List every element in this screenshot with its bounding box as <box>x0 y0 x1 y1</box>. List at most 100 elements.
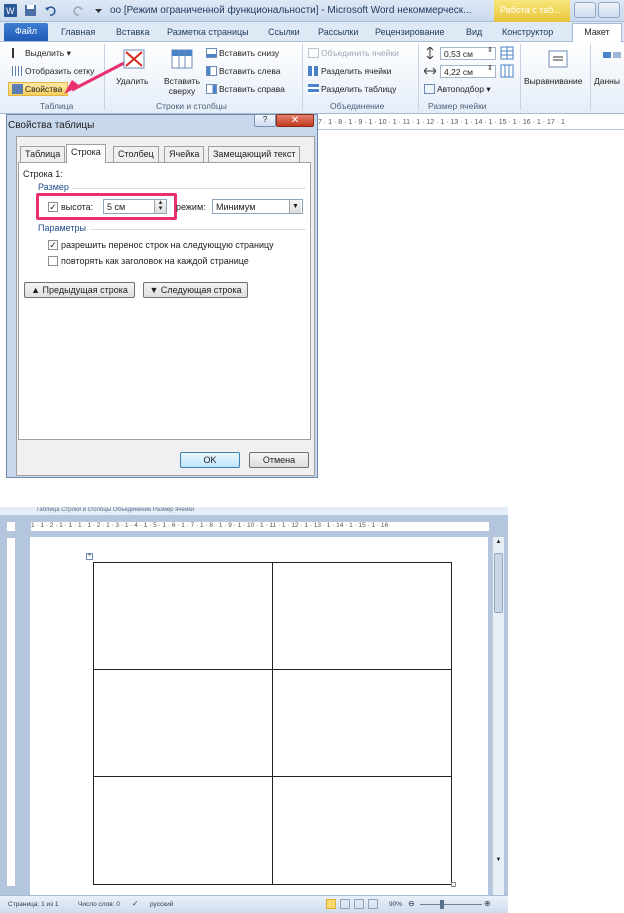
up-arrow-icon: ▲ <box>31 285 43 295</box>
outline-icon[interactable] <box>368 899 378 909</box>
table-cell[interactable] <box>272 669 452 777</box>
select-button[interactable]: Выделить ▾ <box>12 48 71 59</box>
table-cell[interactable] <box>93 669 273 777</box>
spellcheck-icon[interactable]: ✓ <box>132 899 139 908</box>
distribute-cols-icon[interactable] <box>500 64 514 78</box>
row-label: Строка 1: <box>23 169 63 179</box>
scroll-down-icon[interactable]: ▼ <box>494 857 503 867</box>
data-icon[interactable] <box>600 48 624 70</box>
save-icon[interactable] <box>24 4 37 17</box>
tab-mailings[interactable]: Рассылки <box>318 27 358 37</box>
autofit-icon <box>424 84 435 94</box>
group-label-merge: Объединение <box>330 101 385 111</box>
tab-stop-selector[interactable] <box>6 521 16 532</box>
prev-row-button[interactable]: ▲ Предыдущая строка <box>24 282 135 298</box>
tab-view[interactable]: Вид <box>466 27 482 37</box>
cancel-button[interactable]: Отмена <box>249 452 309 468</box>
properties-button[interactable]: Свойства <box>12 84 62 94</box>
cursor-icon <box>12 48 23 58</box>
distribute-rows-icon[interactable] <box>500 46 514 60</box>
status-bar: Страница: 1 из 1 Число слов: 0 ✓ русский… <box>0 895 508 913</box>
insert-right-button[interactable]: Вставить справа <box>206 84 285 94</box>
autofit-button[interactable]: Автоподбор ▾ <box>424 84 491 95</box>
row-height-icon <box>426 47 434 59</box>
minimize-button[interactable] <box>574 2 596 18</box>
insert-above-button[interactable]: Вставить сверху <box>162 76 202 96</box>
allow-break-checkbox[interactable]: ✓ <box>48 240 58 250</box>
zoom-slider-thumb[interactable] <box>440 900 444 909</box>
status-page[interactable]: Страница: 1 из 1 <box>8 901 59 908</box>
tab-cell[interactable]: Ячейка <box>164 146 205 162</box>
tab-design[interactable]: Конструктор <box>502 27 553 37</box>
delete-table-icon[interactable] <box>122 48 146 70</box>
merge-cells-button[interactable]: Объединить ячейки <box>308 48 399 58</box>
zoom-out-icon[interactable]: ⊖ <box>408 899 415 908</box>
table-cell[interactable] <box>93 776 273 885</box>
zoom-slider-track[interactable] <box>420 904 482 905</box>
col-width-spinner[interactable]: ⇕ <box>487 64 493 72</box>
close-button[interactable]: ✕ <box>276 114 314 127</box>
tab-column[interactable]: Столбец <box>113 146 159 162</box>
group-separator <box>418 44 419 110</box>
tab-file[interactable]: Файл <box>4 23 48 41</box>
table-resize-handle[interactable] <box>451 882 456 887</box>
web-layout-icon[interactable] <box>354 899 364 909</box>
table-move-handle[interactable]: + <box>86 553 93 560</box>
table-cell[interactable] <box>272 776 452 885</box>
next-row-button[interactable]: ▼ Следующая строка <box>143 282 248 298</box>
insert-left-button[interactable]: Вставить слева <box>206 66 280 76</box>
tab-page-layout[interactable]: Разметка страницы <box>167 27 249 37</box>
redo-icon[interactable] <box>72 4 85 17</box>
quick-access-dropdown-icon[interactable] <box>92 4 105 17</box>
grid-icon <box>12 66 23 76</box>
group-label-table: Таблица <box>40 101 74 111</box>
repeat-header-label: повторять как заголовок на каждой страни… <box>61 256 249 266</box>
split-cells-icon <box>308 66 319 76</box>
chevron-down-icon[interactable]: ▼ <box>289 200 301 213</box>
alignment-button[interactable]: Выравнивание <box>524 76 583 86</box>
tab-table[interactable]: Таблица <box>20 146 66 162</box>
tab-layout[interactable]: Макет <box>572 23 622 43</box>
undo-icon[interactable] <box>44 4 57 17</box>
vertical-scrollbar[interactable]: ▲ ▼ <box>492 537 504 897</box>
tab-home[interactable]: Главная <box>61 27 95 37</box>
split-table-button[interactable]: Разделить таблицу <box>308 84 396 94</box>
zoom-level[interactable]: 90% <box>389 901 402 908</box>
insert-below-button[interactable]: Вставить снизу <box>206 48 279 58</box>
horizontal-ruler: 1 · 1 · 2 · 1 · 1 · 1 · 1 · 2 · 1 · 3 · … <box>30 521 490 532</box>
scroll-thumb[interactable] <box>494 553 503 613</box>
merge-cells-icon <box>308 48 319 58</box>
insert-above-icon[interactable] <box>170 48 194 70</box>
table-cell[interactable] <box>272 562 452 670</box>
allow-break-label: разрешить перенос строк на следующую стр… <box>61 240 274 250</box>
window-title: оо [Режим ограниченной функциональности]… <box>110 5 472 16</box>
height-highlight-box <box>36 193 177 220</box>
zoom-in-icon[interactable]: ⊕ <box>484 899 491 908</box>
insert-right-icon <box>206 84 217 94</box>
status-words[interactable]: Число слов: 0 <box>78 901 120 908</box>
tab-alt-text[interactable]: Замещающий текст <box>208 146 301 162</box>
group-label-cell-size: Размер ячейки <box>428 101 487 111</box>
section-divider <box>72 188 306 189</box>
tab-references[interactable]: Ссылки <box>268 27 300 37</box>
tab-insert[interactable]: Вставка <box>116 27 149 37</box>
maximize-button[interactable] <box>598 2 620 18</box>
row-height-spinner[interactable]: ⇕ <box>487 46 493 54</box>
split-cells-button[interactable]: Разделить ячейки <box>308 66 392 76</box>
alignment-icon[interactable] <box>546 48 570 70</box>
tab-review[interactable]: Рецензирование <box>375 27 445 37</box>
tab-row[interactable]: Строка <box>66 144 106 163</box>
insert-left-icon <box>206 66 217 76</box>
ribbon-strip: Таблица Строки и столбцы Объединение Раз… <box>0 507 508 515</box>
table-cell[interactable] <box>93 562 273 670</box>
status-language[interactable]: русский <box>150 901 173 908</box>
delete-button[interactable]: Удалить <box>116 76 148 86</box>
print-layout-icon[interactable] <box>326 899 336 909</box>
repeat-header-checkbox[interactable] <box>48 256 58 266</box>
scroll-up-icon[interactable]: ▲ <box>494 539 503 549</box>
group-separator <box>590 44 591 110</box>
ok-button[interactable]: OK <box>180 452 240 468</box>
full-screen-icon[interactable] <box>340 899 350 909</box>
data-button[interactable]: Данны <box>594 76 620 86</box>
help-button[interactable]: ? <box>254 114 276 127</box>
